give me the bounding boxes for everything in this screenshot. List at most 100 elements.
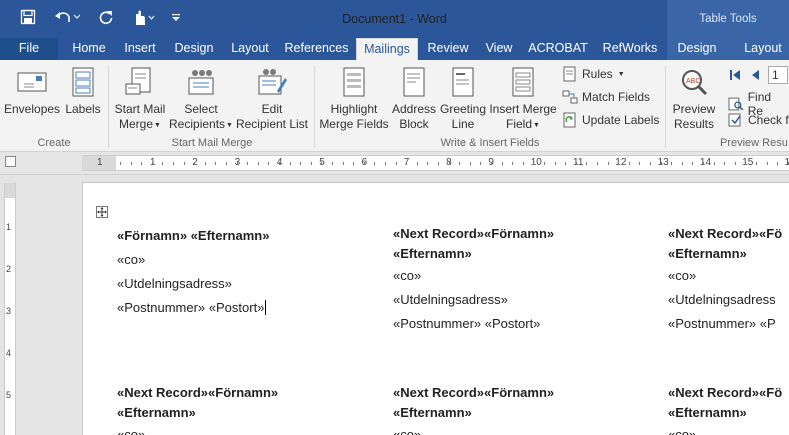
tab-insert[interactable]: Insert <box>117 38 163 60</box>
dropdown-caret-icon: ▼ <box>226 122 233 129</box>
previous-record-icon[interactable] <box>748 68 762 82</box>
undo-icon[interactable] <box>52 6 82 28</box>
match-fields-button[interactable]: Match Fields <box>562 89 650 105</box>
ruler-tick <box>586 162 588 165</box>
record-number-field[interactable]: 1 <box>768 66 788 84</box>
cell-line: «Postnummer» «P <box>668 316 776 331</box>
move-icon <box>97 207 107 217</box>
update-labels-button[interactable]: Update Labels <box>562 112 659 128</box>
ruler-tick <box>310 162 312 165</box>
ruler-tick <box>777 162 779 165</box>
cell-line: «co» <box>117 427 146 435</box>
group-write-insert-label: Write & Insert Fields <box>440 137 540 149</box>
customize-qat-icon[interactable] <box>170 6 182 28</box>
ruler-tick <box>671 162 673 165</box>
first-record-icon[interactable] <box>728 68 742 82</box>
cell-bold-line: «Efternamn» <box>668 405 747 420</box>
ruler-tick <box>681 162 683 165</box>
svg-text:ABC: ABC <box>686 78 700 85</box>
cell-line: «co» <box>393 268 422 283</box>
edit-recipient-list-button[interactable]: Edit Recipient List <box>234 66 310 132</box>
quick-access-toolbar <box>18 6 182 28</box>
start-mail-merge-button[interactable]: Start Mail Merge▼ <box>112 66 168 133</box>
table-move-handle[interactable] <box>96 206 108 218</box>
ruler-tick <box>522 162 524 165</box>
ruler-tick <box>236 162 238 165</box>
redo-icon[interactable] <box>96 6 116 28</box>
label-cell[interactable]: «Next Record»«Fö «Efternamn» «co» «Utdel… <box>668 224 789 336</box>
tab-table-layout[interactable]: Layout <box>738 38 788 60</box>
preview-results-button[interactable]: ABC Preview Results <box>668 66 720 132</box>
label-cell[interactable]: «Next Record»«Fö «Efternamn» «co» <box>668 383 789 435</box>
insert-field-icon <box>512 67 534 97</box>
touch-mode-icon[interactable] <box>130 6 156 28</box>
cell-line: «co» <box>668 268 697 283</box>
tab-mailings[interactable]: Mailings <box>356 38 418 60</box>
ruler-tick <box>501 162 503 165</box>
recipients-icon <box>188 70 214 95</box>
tab-view[interactable]: View <box>479 38 519 60</box>
envelopes-button[interactable]: Envelopes <box>4 66 60 117</box>
greeting-line-icon <box>452 67 474 97</box>
label-cell[interactable]: «Förnamn» «Efternamn» «co» «Utdelningsad… <box>117 224 269 320</box>
save-icon[interactable] <box>18 6 38 28</box>
cell-line-with-cursor: «Postnummer» «Postort» <box>117 300 267 315</box>
edit-list-icon <box>258 69 287 95</box>
ruler-tick <box>173 162 174 165</box>
ruler-tick <box>183 162 185 165</box>
highlight-icon <box>343 67 365 97</box>
ruler-tick <box>194 162 196 165</box>
rules-button[interactable]: Rules ▼ <box>562 66 625 82</box>
ruler-tick <box>745 162 747 165</box>
tab-acrobat[interactable]: ACROBAT <box>526 38 590 60</box>
ruler-tick <box>342 162 344 165</box>
label-cell[interactable]: «Next Record»«Förnamn» «Efternamn» «co» … <box>393 224 554 336</box>
label-cell[interactable]: «Next Record»«Förnamn» «Efternamn» «co» <box>117 383 278 435</box>
group-separator <box>665 66 666 148</box>
tab-file[interactable]: File <box>0 38 58 60</box>
ruler-tick <box>300 162 302 165</box>
tab-refworks[interactable]: RefWorks <box>598 38 662 60</box>
ruler-tick <box>247 162 249 165</box>
ruler-number: 10 <box>530 157 542 168</box>
vertical-ruler-number: 2 <box>6 264 12 274</box>
ruler-tick <box>597 162 598 165</box>
horizontal-ruler[interactable] <box>82 155 789 171</box>
greeting-line-button[interactable]: Greeting Line <box>438 66 488 132</box>
select-recipients-button[interactable]: Select Recipients▼ <box>168 66 234 133</box>
ruler-tick <box>713 162 715 165</box>
cell-bold-line: «Förnamn» «Efternamn» <box>117 228 270 243</box>
cell-bold-line: «Efternamn» <box>393 246 472 261</box>
tab-design[interactable]: Design <box>168 38 220 60</box>
tab-review[interactable]: Review <box>421 38 475 60</box>
cell-bold-line: «Next Record»«Förnamn» <box>117 385 279 400</box>
tab-selector[interactable] <box>5 156 16 167</box>
cell-line: «co» <box>117 252 146 267</box>
tab-home[interactable]: Home <box>63 38 115 60</box>
ruler-tick <box>639 162 641 165</box>
labels-button[interactable]: Labels <box>62 66 104 117</box>
dropdown-caret-icon: ▼ <box>617 70 625 78</box>
cell-bold-line: «Efternamn» <box>393 405 472 420</box>
ruler-tick <box>448 162 450 165</box>
highlight-merge-fields-button[interactable]: Highlight Merge Fields <box>318 66 390 132</box>
rules-icon <box>563 66 576 82</box>
insert-merge-field-button[interactable]: Insert Merge Field▼ <box>488 66 558 133</box>
ruler-tick <box>130 162 132 165</box>
dropdown-caret-icon: ▼ <box>533 122 540 129</box>
ruler-tick <box>565 162 567 165</box>
cell-bold-line: «Next Record»«Fö <box>668 385 783 400</box>
tab-references[interactable]: References <box>281 38 352 60</box>
group-create-label: Create <box>37 137 71 149</box>
tab-table-design[interactable]: Design <box>672 38 722 60</box>
ruler-tick <box>416 162 418 165</box>
cell-bold-line: «Efternamn» <box>117 405 196 420</box>
ruler-tick <box>533 162 535 165</box>
ruler-tick <box>427 162 429 165</box>
check-errors-button[interactable]: Check f <box>728 112 789 128</box>
address-block-button[interactable]: Address Block <box>390 66 438 132</box>
tab-layout[interactable]: Layout <box>224 38 276 60</box>
label-cell[interactable]: «Next Record»«Förnamn» «Efternamn» «co» <box>393 383 554 435</box>
cell-line: «co» <box>668 427 697 435</box>
ruler-tick <box>575 162 577 165</box>
